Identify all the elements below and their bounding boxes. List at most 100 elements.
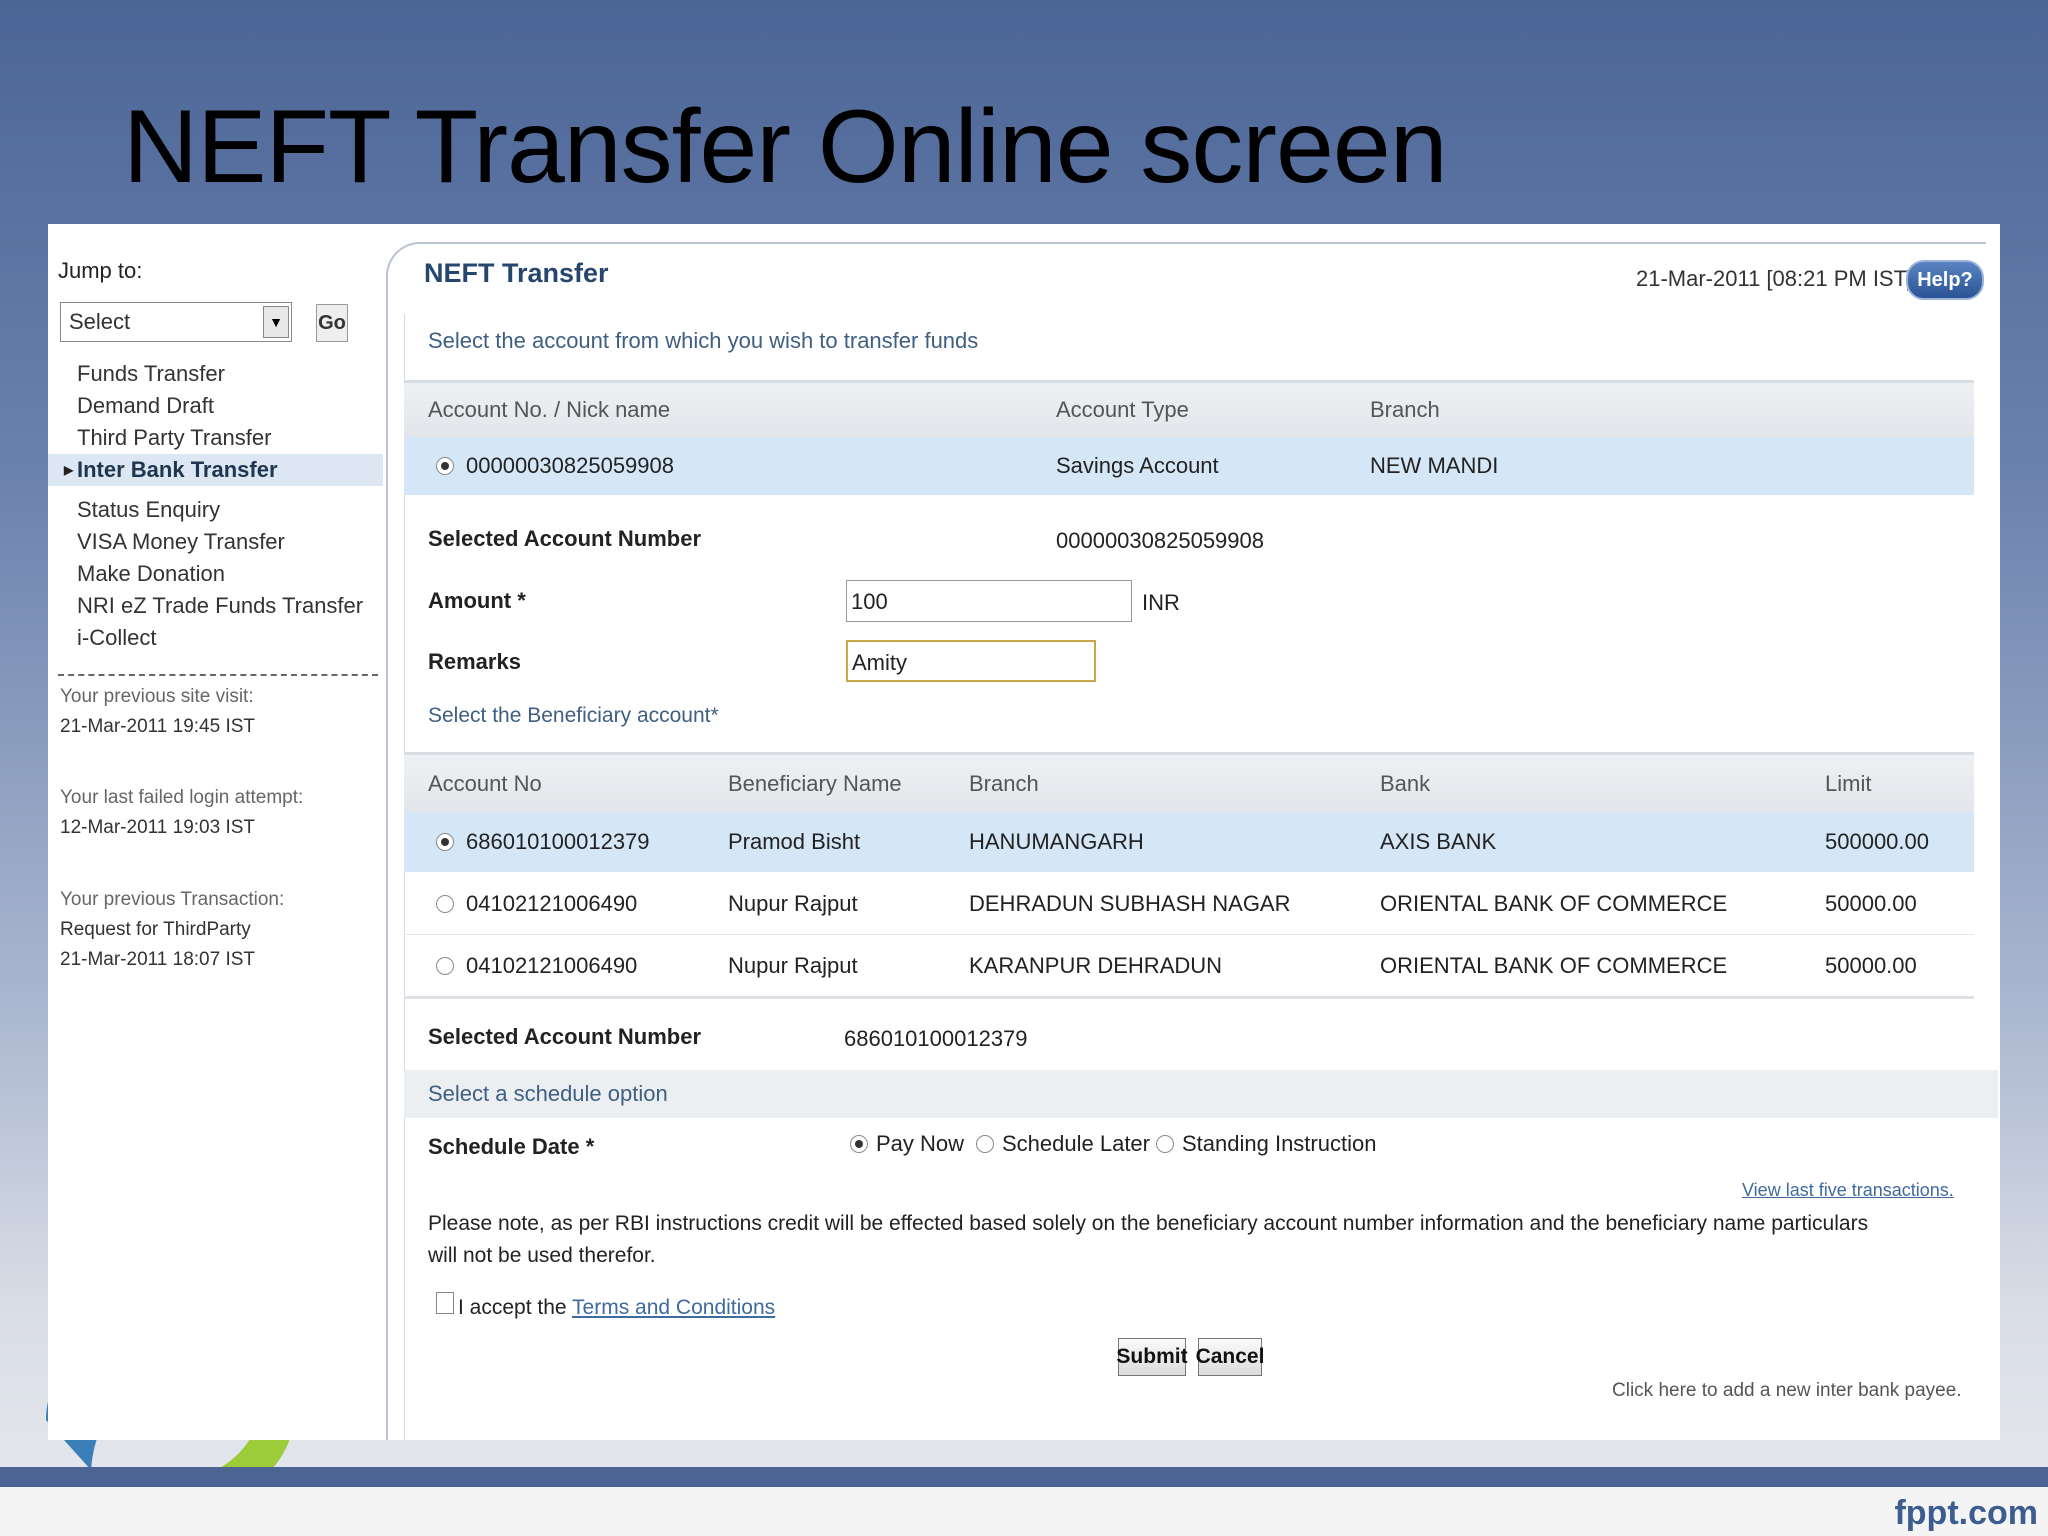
schedule-prompt: Select a schedule option	[404, 1070, 1998, 1118]
jump-to-label: Jump to:	[58, 258, 143, 283]
ben-bank: ORIENTAL BANK OF COMMERCE	[1380, 891, 1728, 916]
col-ben-account: Account No	[428, 770, 542, 796]
nav-divider	[58, 674, 378, 676]
col-account-nick: Account No. / Nick name	[428, 397, 671, 422]
footer-band	[0, 1467, 2048, 1487]
beneficiary-radio[interactable]	[436, 895, 454, 913]
col-branch: Branch	[1370, 397, 1440, 422]
failed-login-label: Your last failed login attempt:	[60, 787, 304, 808]
schedule-later-label: Schedule Later	[1002, 1131, 1150, 1156]
selected-beneficiary-value: 686010100012379	[844, 1026, 1028, 1051]
source-account-radio[interactable]	[436, 457, 454, 475]
accept-terms-text: I accept the Terms and Conditions	[458, 1296, 775, 1320]
amount-input[interactable]: 100	[846, 580, 1132, 622]
amount-label: Amount *	[428, 588, 526, 613]
source-account-prompt: Select the account from which you wish t…	[428, 328, 979, 353]
col-ben-bank: Bank	[1380, 770, 1431, 796]
failed-login-info: Your last failed login attempt: 12-Mar-2…	[60, 783, 303, 843]
source-account-row[interactable]: 00000030825059908 Savings Account NEW MA…	[404, 437, 1974, 495]
nav-item-visa-money-transfer[interactable]: VISA Money Transfer	[48, 526, 383, 558]
beneficiary-row[interactable]: 04102121006490 Nupur Rajput KARANPUR DEH…	[404, 936, 1974, 999]
remarks-input[interactable]: Amity	[846, 640, 1096, 682]
nav-list: Funds Transfer Demand Draft Third Party …	[48, 358, 383, 654]
panel-title: NEFT Transfer	[424, 258, 609, 288]
ben-name: Pramod Bisht	[728, 829, 861, 854]
panel-datetime: 21-Mar-2011 [08:21 PM IST]	[1636, 266, 1914, 291]
left-nav: Jump to: Select ▼ Go Funds Transfer Dema…	[48, 224, 383, 1440]
footer-brand: fppt.com	[1894, 1494, 2038, 1532]
col-account-type: Account Type	[1056, 397, 1189, 422]
nav-item-inter-bank-transfer[interactable]: ▶ Inter Bank Transfer	[48, 454, 383, 486]
nav-item-label: Inter Bank Transfer	[77, 457, 278, 482]
ben-name: Nupur Rajput	[728, 953, 858, 978]
view-last-five-link[interactable]: View last five transactions.	[1742, 1180, 1954, 1201]
previous-visit-label: Your previous site visit:	[60, 686, 254, 707]
help-button[interactable]: Help?	[1906, 260, 1984, 300]
nav-item-make-donation[interactable]: Make Donation	[48, 558, 383, 590]
beneficiary-table-header: Account No Beneficiary Name Branch Bank …	[404, 752, 1974, 812]
ben-account: 686010100012379	[466, 829, 650, 854]
source-account-type: Savings Account	[1056, 453, 1219, 478]
cancel-button[interactable]: Cancel	[1196, 1338, 1264, 1376]
beneficiary-radio[interactable]	[436, 957, 454, 975]
accept-prefix: I accept the	[458, 1296, 567, 1319]
previous-visit-info: Your previous site visit: 21-Mar-2011 19…	[60, 682, 255, 742]
ben-branch: KARANPUR DEHRADUN	[969, 953, 1223, 978]
previous-transaction-value: Request for ThirdParty	[60, 919, 251, 940]
previous-transaction-label: Your previous Transaction:	[60, 889, 285, 910]
terms-link[interactable]: Terms and Conditions	[572, 1296, 775, 1319]
beneficiary-row[interactable]: 686010100012379 Pramod Bisht HANUMANGARH…	[404, 812, 1974, 872]
rbi-note-line1: Please note, as per RBI instructions cre…	[428, 1212, 1869, 1235]
schedule-options: Pay Now Schedule Later Standing Instruct…	[850, 1124, 1410, 1164]
footer-strip	[0, 1487, 2048, 1536]
failed-login-value: 12-Mar-2011 19:03 IST	[60, 817, 256, 838]
previous-visit-value: 21-Mar-2011 19:45 IST	[60, 716, 256, 737]
previous-transaction-info: Your previous Transaction: Request for T…	[60, 885, 284, 975]
ben-limit: 50000.00	[1825, 891, 1917, 916]
source-account-number: 00000030825059908	[466, 453, 675, 478]
schedule-later-radio[interactable]	[976, 1135, 994, 1153]
ben-bank: ORIENTAL BANK OF COMMERCE	[1380, 953, 1728, 978]
chevron-down-icon[interactable]: ▼	[263, 306, 289, 338]
submit-button[interactable]: Submit	[1116, 1338, 1188, 1376]
pay-now-label: Pay Now	[876, 1131, 965, 1156]
selected-beneficiary-label: Selected Account Number	[428, 1024, 702, 1049]
caret-right-icon: ▶	[64, 463, 74, 477]
pay-now-radio[interactable]	[850, 1135, 868, 1153]
selected-account-label: Selected Account Number	[428, 526, 702, 551]
beneficiary-prompt: Select the Beneficiary account*	[428, 704, 719, 727]
nav-item-third-party-transfer[interactable]: Third Party Transfer	[48, 422, 383, 454]
nav-item-funds-transfer[interactable]: Funds Transfer	[48, 358, 383, 390]
jump-to-select[interactable]: Select ▼	[60, 302, 292, 342]
nav-item-demand-draft[interactable]: Demand Draft	[48, 390, 383, 422]
nav-item-status-enquiry[interactable]: Status Enquiry	[48, 494, 383, 526]
remarks-label: Remarks	[428, 649, 521, 674]
go-button[interactable]: Go	[316, 304, 348, 342]
source-account-branch: NEW MANDI	[1370, 453, 1499, 478]
jump-to-select-value: Select	[69, 309, 131, 334]
col-ben-name: Beneficiary Name	[728, 770, 902, 796]
ben-branch: DEHRADUN SUBHASH NAGAR	[969, 891, 1291, 916]
selected-account-value: 00000030825059908	[1056, 528, 1265, 553]
ben-name: Nupur Rajput	[728, 891, 858, 916]
ben-account: 04102121006490	[466, 953, 638, 978]
ben-account: 04102121006490	[466, 891, 638, 916]
beneficiary-radio[interactable]	[436, 833, 454, 851]
schedule-date-label: Schedule Date *	[428, 1134, 595, 1159]
currency-label: INR	[1142, 590, 1180, 615]
slide-title: NEFT Transfer Online screen	[123, 89, 1448, 205]
source-table-header: Account No. / Nick name Account Type Bra…	[404, 380, 1974, 437]
add-payee-link[interactable]: Click here to add a new inter bank payee…	[1612, 1380, 1962, 1402]
ben-bank: AXIS BANK	[1380, 829, 1497, 854]
beneficiary-row[interactable]: 04102121006490 Nupur Rajput DEHRADUN SUB…	[404, 874, 1974, 935]
terms-checkbox[interactable]	[436, 1292, 454, 1314]
nav-item-nri-ez-trade[interactable]: NRI eZ Trade Funds Transfer	[48, 590, 383, 622]
standing-instruction-label: Standing Instruction	[1182, 1131, 1377, 1156]
ben-limit: 500000.00	[1825, 829, 1929, 854]
previous-transaction-date: 21-Mar-2011 18:07 IST	[60, 949, 256, 970]
nav-item-i-collect[interactable]: i-Collect	[48, 622, 383, 654]
bank-screenshot: Jump to: Select ▼ Go Funds Transfer Dema…	[48, 224, 2000, 1440]
standing-instruction-radio[interactable]	[1156, 1135, 1174, 1153]
col-ben-limit: Limit	[1825, 770, 1872, 796]
ben-branch: HANUMANGARH	[969, 829, 1144, 854]
